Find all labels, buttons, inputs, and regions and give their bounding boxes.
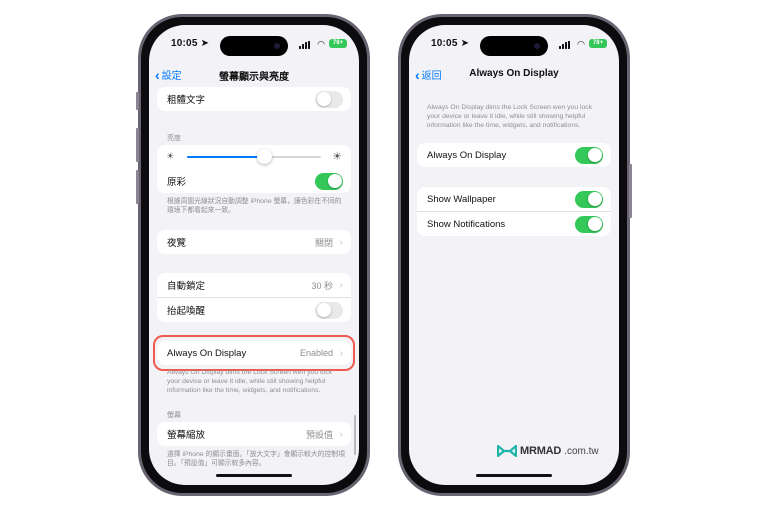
night-shift-group: 夜覽 關閉 › [157, 230, 351, 254]
chevron-right-icon: › [339, 279, 343, 291]
always-on-group: Always On Display [417, 143, 611, 167]
volume-up-button [136, 128, 139, 162]
highlight-outline [153, 335, 355, 371]
chevron-right-icon: › [339, 236, 343, 248]
status-bar: 10:05 ➤ ◠ 78+ [409, 36, 619, 56]
auto-lock-label: 自動鎖定 [167, 281, 206, 292]
bezel: 10:05 ➤ ◠ 78+ ‹ 設定 螢幕顯示與亮度 粗體文字 亮度 ☀ ☀ 原… [141, 17, 367, 493]
phone-left: 10:05 ➤ ◠ 78+ ‹ 設定 螢幕顯示與亮度 粗體文字 亮度 ☀ ☀ 原… [136, 14, 370, 496]
location-arrow-icon: ➤ [200, 38, 210, 49]
page-title: Always On Display [469, 68, 559, 79]
battery-icon: 78+ [589, 39, 607, 48]
true-tone-row: 原彩 [157, 169, 351, 193]
wifi-icon: ◠ [317, 39, 325, 49]
always-on-footnote: Always On Display dims the Lock Screen w… [167, 369, 333, 394]
display-zoom-group: 螢幕縮放 預設值 › [157, 422, 351, 446]
brightness-slider-thumb[interactable] [257, 149, 273, 164]
true-tone-footnote: 根據周圍光線狀況自動調整 iPhone 螢幕，讓色彩在不同的環境下都看起來一致。 [167, 198, 342, 214]
raise-to-wake-toggle[interactable] [315, 301, 343, 319]
brightness-slider-row: ☀ ☀ [157, 145, 351, 169]
brightness-slider[interactable] [187, 156, 321, 158]
raise-to-wake-row: 抬起喚醒 [157, 297, 351, 322]
status-time: 10:05 ➤ [171, 38, 210, 49]
sun-small-icon: ☀ [166, 151, 175, 161]
display-zoom-label: 螢幕縮放 [167, 430, 206, 441]
night-shift-label: 夜覽 [167, 238, 187, 249]
bold-text-row: 粗體文字 [157, 87, 351, 111]
mrmad-watermark: MRMAD .com.tw [497, 445, 599, 457]
scrollbar[interactable] [354, 415, 356, 455]
auto-lock-row[interactable]: 自動鎖定 30 秒 › [157, 273, 351, 297]
always-on-label: Always On Display [427, 149, 507, 161]
location-arrow-icon: ➤ [460, 38, 470, 49]
show-notifications-row: Show Notifications [417, 211, 611, 236]
always-on-toggle[interactable] [575, 146, 603, 164]
night-shift-value: 關閉 [314, 237, 333, 248]
display-zoom-row[interactable]: 螢幕縮放 預設值 › [157, 422, 351, 446]
home-indicator [216, 474, 292, 477]
display-zoom-footnote: 選擇 iPhone 的顯示畫面。「放大文字」會顯示較大的控制項目。「預設值」可顯… [167, 451, 345, 467]
mrmad-logo-icon [497, 445, 517, 457]
bold-text-toggle[interactable] [315, 90, 343, 108]
bold-text-label: 粗體文字 [167, 95, 206, 106]
always-on-display-screen: 10:05 ➤ ◠ 78+ ‹ 返回 Always On Display Alw… [409, 25, 619, 485]
dynamic-island [480, 36, 548, 56]
camera-icon [274, 43, 280, 49]
side-button [629, 164, 632, 218]
bezel: 10:05 ➤ ◠ 78+ ‹ 返回 Always On Display Alw… [401, 17, 627, 493]
show-notifications-label: Show Notifications [427, 218, 506, 230]
display-zoom-value: 預設值 [305, 429, 333, 440]
raise-to-wake-label: 抬起喚醒 [167, 306, 206, 317]
phone-right: 10:05 ➤ ◠ 78+ ‹ 返回 Always On Display Alw… [398, 14, 632, 496]
page-title: 螢幕顯示與亮度 [219, 72, 289, 83]
nav-bar: ‹ 設定 螢幕顯示與亮度 [149, 65, 359, 85]
brightness-group: ☀ ☀ 原彩 [157, 145, 351, 193]
dynamic-island [220, 36, 288, 56]
auto-lock-value: 30 秒 [311, 280, 333, 291]
wifi-icon: ◠ [577, 39, 585, 49]
display-options-group: Show Wallpaper Show Notifications [417, 187, 611, 236]
brightness-slider-fill [187, 156, 265, 158]
show-wallpaper-toggle[interactable] [575, 190, 603, 208]
show-notifications-toggle[interactable] [575, 215, 603, 233]
battery-icon: 78+ [329, 39, 347, 48]
nav-bar: ‹ 返回 Always On Display [409, 65, 619, 85]
status-bar: 10:05 ➤ ◠ 78+ [149, 36, 359, 56]
settings-display-screen: 10:05 ➤ ◠ 78+ ‹ 設定 螢幕顯示與亮度 粗體文字 亮度 ☀ ☀ 原… [149, 25, 359, 485]
true-tone-label: 原彩 [167, 177, 187, 188]
show-wallpaper-row: Show Wallpaper [417, 187, 611, 211]
bold-text-group: 粗體文字 [157, 87, 351, 111]
lock-group: 自動鎖定 30 秒 › 抬起喚醒 [157, 273, 351, 322]
night-shift-row[interactable]: 夜覽 關閉 › [157, 230, 351, 254]
watermark-domain: .com.tw [564, 445, 599, 457]
always-on-row: Always On Display [417, 143, 611, 167]
true-tone-toggle[interactable] [315, 172, 343, 190]
chevron-right-icon: › [339, 428, 343, 440]
watermark-brand: MRMAD [520, 445, 562, 457]
camera-icon [534, 43, 540, 49]
home-indicator [476, 474, 552, 477]
status-time: 10:05 ➤ [431, 38, 470, 49]
cellular-signal-icon [299, 41, 311, 49]
show-wallpaper-label: Show Wallpaper [427, 193, 496, 205]
volume-down-button [136, 170, 139, 204]
always-on-description: Always On Display dims the Lock Screen w… [427, 104, 593, 129]
action-button [136, 92, 139, 110]
brightness-section-label: 亮度 [167, 135, 181, 142]
sun-large-icon: ☀ [332, 151, 342, 163]
display-section-label: 螢幕 [167, 412, 181, 419]
cellular-signal-icon [559, 41, 571, 49]
